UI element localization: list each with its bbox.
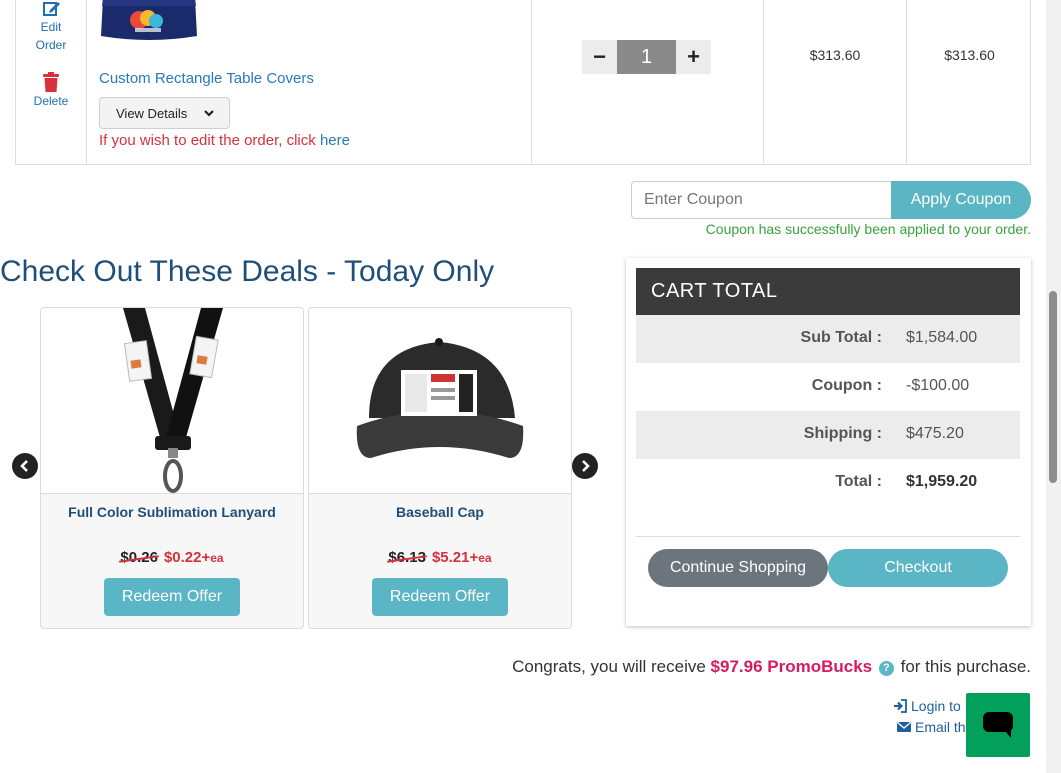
deal-new-price-value: $0.22+: [163, 549, 211, 566]
coupon-label: Coupon :: [811, 377, 882, 394]
subtotal-label: Sub Total :: [800, 329, 882, 346]
deal-old-price: $6.13: [388, 549, 426, 566]
table-cover-thumbnail[interactable]: [99, 0, 199, 42]
page-scrollbar-thumb[interactable]: [1049, 291, 1057, 483]
coupon-input[interactable]: [631, 181, 893, 219]
view-details-label: View Details: [116, 105, 188, 121]
total-value: $1,959.20: [906, 473, 978, 490]
baseball-cap-picture: [356, 338, 524, 458]
cart-total-panel: CART TOTAL Sub Total : $1,584.00 Coupon …: [626, 258, 1031, 626]
trash-icon: [43, 72, 59, 92]
coupon-value: -$100.00: [906, 377, 970, 394]
question-circle-icon[interactable]: ?: [878, 661, 894, 676]
cart-item-row: Edit Order Delete Custom Rectangle Table…: [15, 0, 1031, 165]
edit-order-button[interactable]: Edit Order: [16, 0, 86, 54]
checkout-button[interactable]: Checkout: [828, 549, 1008, 587]
unit-price: $313.60: [809, 47, 861, 63]
deal-new-price-value: $5.21+: [431, 549, 479, 566]
shipping-label: Shipping :: [803, 425, 882, 442]
edit-icon: [43, 2, 60, 16]
congrats-suffix: for this purchase.: [895, 657, 1031, 676]
lanyard-image[interactable]: [41, 308, 303, 494]
cart-line-total-cell: $313.60: [907, 0, 1032, 164]
envelope-icon: [897, 722, 911, 732]
edit-note-text: If you wish to edit the order, click: [99, 132, 320, 149]
arrow-left-icon: [20, 460, 28, 472]
chat-icon: [983, 712, 1013, 738]
coupon-row: Coupon : -$100.00: [636, 363, 1020, 411]
edit-label-line1: Edit: [40, 20, 62, 34]
cart-product-cell: Custom Rectangle Table Covers View Detai…: [87, 0, 532, 164]
congrats-prefix: Congrats, you will receive: [512, 657, 711, 676]
quantity-stepper: − 1 +: [582, 40, 711, 74]
edit-label-line2: Order: [35, 38, 67, 52]
cart-total-header: CART TOTAL: [636, 268, 1020, 315]
quantity-decrease-button[interactable]: −: [582, 40, 617, 74]
baseball-cap-image[interactable]: [309, 308, 571, 494]
deal-new-price: $5.21+ea: [432, 549, 492, 566]
apply-coupon-button[interactable]: Apply Coupon: [891, 181, 1031, 219]
delete-label: Delete: [33, 94, 69, 108]
redeem-offer-button[interactable]: Redeem Offer: [372, 578, 508, 616]
cart-unit-price-cell: $313.60: [764, 0, 907, 164]
deals-title: Check Out These Deals - Today Only: [0, 255, 495, 288]
edit-order-note: If you wish to edit the order, click her…: [99, 132, 350, 149]
deal-card[interactable]: Baseball Cap $6.13 $5.21+ea Redeem Offer: [308, 307, 572, 629]
total-row: Total : $1,959.20: [636, 459, 1020, 507]
redeem-offer-button[interactable]: Redeem Offer: [104, 578, 240, 616]
cart-quantity-cell: − 1 +: [532, 0, 764, 164]
edit-order-here-link[interactable]: here: [320, 132, 350, 149]
email-link[interactable]: Email th: [897, 719, 966, 735]
carousel-next-button[interactable]: [572, 453, 598, 479]
email-link-text: Email th: [915, 719, 966, 735]
continue-shopping-button[interactable]: Continue Shopping: [648, 549, 828, 587]
deal-prices: $0.26 $0.22+ea: [41, 549, 303, 566]
login-link-text: Login to: [911, 698, 961, 714]
coupon-success-message: Coupon has successfully been applied to …: [705, 221, 1031, 237]
deal-prices: $6.13 $5.21+ea: [309, 549, 571, 566]
shipping-row: Shipping : $475.20: [636, 411, 1020, 459]
quantity-input[interactable]: 1: [617, 40, 676, 74]
chevron-down-icon: [204, 110, 214, 117]
chat-widget-button[interactable]: [966, 693, 1030, 757]
total-label: Total :: [835, 473, 882, 490]
subtotal-value: $1,584.00: [906, 329, 978, 346]
deal-card[interactable]: Full Color Sublimation Lanyard $0.26 $0.2…: [40, 307, 304, 629]
deal-name[interactable]: Baseball Cap: [309, 504, 571, 520]
shipping-value: $475.20: [906, 425, 964, 442]
deal-new-price: $0.22+ea: [164, 549, 224, 566]
carousel-prev-button[interactable]: [12, 453, 38, 479]
lanyard-picture: [123, 308, 223, 493]
deal-price-unit: ea: [478, 551, 492, 565]
view-details-dropdown[interactable]: View Details: [99, 97, 230, 129]
line-total: $313.60: [944, 47, 995, 63]
sign-in-icon: [894, 699, 907, 713]
cart-actions-cell: Edit Order Delete: [16, 0, 87, 164]
totals-divider: [636, 536, 1020, 537]
login-link[interactable]: Login to: [893, 698, 961, 714]
promobucks-amount: $97.96 PromoBucks: [710, 657, 873, 676]
arrow-right-icon: [582, 460, 590, 472]
promobucks-message: Congrats, you will receive $97.96 PromoB…: [512, 657, 1031, 677]
subtotal-row: Sub Total : $1,584.00: [636, 315, 1020, 363]
deal-old-price: $0.26: [120, 549, 158, 566]
delete-item-button[interactable]: Delete: [16, 72, 86, 110]
product-name-link[interactable]: Custom Rectangle Table Covers: [99, 70, 314, 87]
quantity-increase-button[interactable]: +: [676, 40, 711, 74]
deal-name[interactable]: Full Color Sublimation Lanyard: [41, 504, 303, 520]
deal-price-unit: ea: [210, 551, 224, 565]
